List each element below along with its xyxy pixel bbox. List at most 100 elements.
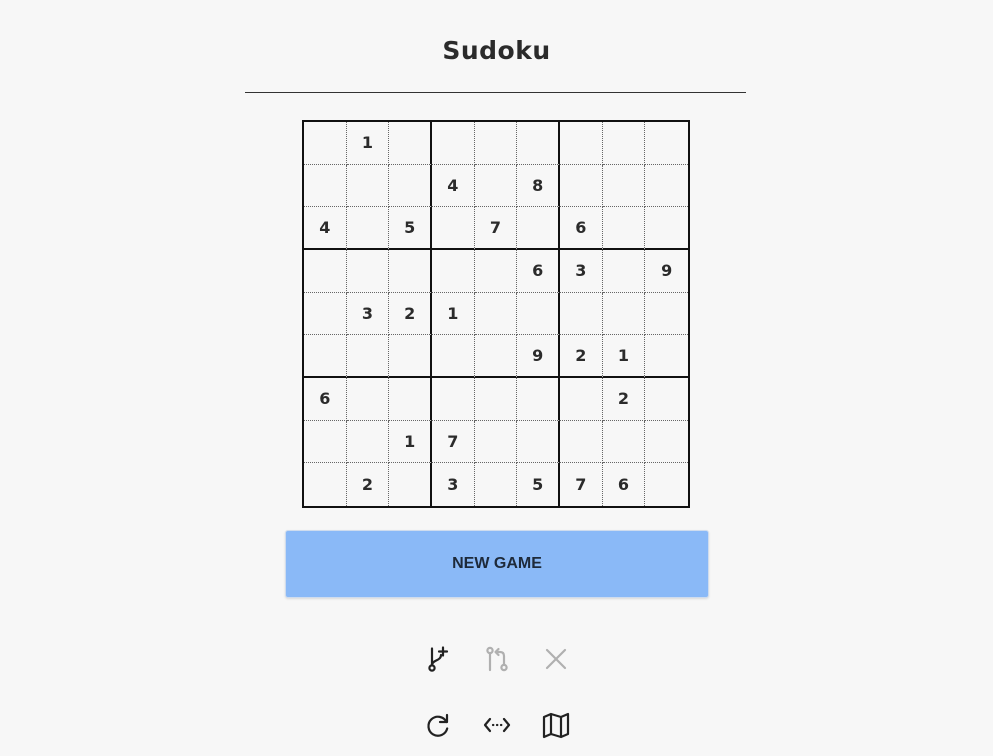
sudoku-cell[interactable] (475, 463, 518, 506)
sudoku-cell[interactable] (560, 164, 603, 208)
sudoku-cell[interactable]: 1 (346, 122, 390, 165)
sudoku-cell[interactable] (474, 420, 518, 464)
refresh-button[interactable] (422, 710, 454, 740)
clear-button[interactable] (540, 644, 572, 674)
map-button[interactable] (540, 710, 572, 740)
sudoku-cell[interactable] (389, 164, 432, 208)
sudoku-cell[interactable] (432, 378, 475, 421)
sudoku-cell[interactable] (602, 250, 646, 293)
sudoku-cell[interactable]: 6 (603, 463, 646, 506)
sudoku-cell[interactable] (346, 207, 390, 250)
sudoku-cell[interactable] (517, 378, 560, 421)
toolbar-row-1 (0, 644, 993, 674)
sudoku-cell[interactable] (474, 335, 518, 378)
sudoku-cell[interactable] (474, 122, 518, 165)
sudoku-board: 1484576639321921621723576 (302, 120, 690, 508)
sudoku-cell[interactable]: 2 (602, 378, 646, 421)
sudoku-cell[interactable] (474, 378, 518, 421)
sudoku-cell[interactable] (517, 122, 560, 165)
sudoku-cell[interactable] (645, 165, 688, 208)
sudoku-cell[interactable] (346, 164, 390, 208)
sudoku-cell[interactable] (474, 292, 518, 336)
branch-add-icon (427, 646, 448, 672)
code-arrows-icon (483, 717, 510, 733)
sudoku-cell[interactable] (602, 292, 646, 336)
sudoku-cell[interactable] (389, 335, 432, 378)
close-icon (545, 648, 566, 670)
sudoku-cell[interactable] (602, 420, 646, 464)
sudoku-cell[interactable]: 2 (389, 292, 432, 336)
sudoku-cell[interactable] (602, 164, 646, 208)
sudoku-cell[interactable]: 7 (560, 463, 603, 506)
sudoku-cell[interactable] (346, 250, 390, 293)
sudoku-cell[interactable]: 1 (602, 335, 646, 378)
sudoku-cell[interactable]: 9 (645, 250, 688, 293)
sudoku-cell[interactable]: 9 (517, 335, 560, 378)
sudoku-cell[interactable] (346, 420, 390, 464)
sudoku-cell[interactable] (304, 292, 347, 336)
sudoku-cell[interactable] (645, 335, 688, 378)
sudoku-cell[interactable] (645, 207, 688, 250)
sudoku-cell[interactable]: 7 (474, 207, 518, 250)
sudoku-cell[interactable] (432, 122, 475, 165)
sudoku-cell[interactable] (602, 207, 646, 250)
refresh-icon (426, 713, 448, 737)
sudoku-cell[interactable]: 2 (347, 463, 390, 506)
sudoku-cell[interactable] (645, 463, 688, 506)
sudoku-cell[interactable] (645, 378, 688, 421)
sudoku-cell[interactable] (432, 207, 475, 250)
sudoku-cell[interactable] (602, 122, 646, 165)
sudoku-cell[interactable] (304, 335, 347, 378)
code-arrows-button[interactable] (481, 710, 513, 740)
sudoku-cell[interactable]: 2 (560, 335, 603, 378)
page-title: Sudoku (442, 36, 551, 65)
sudoku-cell[interactable] (304, 420, 347, 464)
sudoku-cell[interactable] (645, 421, 688, 464)
sudoku-cell[interactable] (432, 250, 475, 293)
sudoku-cell[interactable] (517, 207, 560, 250)
sudoku-cell[interactable] (517, 292, 560, 336)
sudoku-cell[interactable] (389, 250, 432, 293)
sudoku-cell[interactable] (560, 378, 603, 421)
sudoku-cell[interactable] (645, 122, 688, 165)
sudoku-cell[interactable] (304, 122, 347, 165)
sudoku-cell[interactable] (304, 164, 347, 208)
sudoku-cell[interactable]: 4 (304, 207, 347, 250)
sudoku-cell[interactable]: 7 (432, 420, 475, 464)
toolbar-row-2 (0, 710, 993, 740)
git-compare-icon (485, 646, 508, 672)
sudoku-cell[interactable]: 6 (304, 378, 347, 421)
sudoku-cell[interactable] (645, 293, 688, 336)
sudoku-cell[interactable]: 4 (432, 164, 475, 208)
sudoku-page: Sudoku 1484576639321921621723576 NEW GAM… (0, 0, 993, 756)
sudoku-cell[interactable]: 3 (346, 292, 390, 336)
sudoku-cell[interactable]: 3 (432, 463, 475, 506)
sudoku-cell[interactable] (560, 420, 603, 464)
sudoku-cell[interactable]: 1 (389, 420, 432, 464)
sudoku-cell[interactable] (517, 420, 560, 464)
sudoku-cell[interactable] (389, 122, 432, 165)
sudoku-cell[interactable] (432, 335, 475, 378)
sudoku-cell[interactable]: 1 (432, 292, 475, 336)
sudoku-cell[interactable] (389, 378, 432, 421)
title-divider (245, 92, 746, 93)
sudoku-cell[interactable] (346, 378, 390, 421)
sudoku-cell[interactable] (474, 164, 518, 208)
sudoku-cell[interactable]: 6 (560, 207, 603, 250)
sudoku-cell[interactable] (304, 250, 347, 293)
sudoku-cell[interactable] (560, 292, 603, 336)
sudoku-cell[interactable] (389, 463, 432, 506)
sudoku-cell[interactable]: 3 (560, 250, 603, 293)
branch-add-button[interactable] (422, 644, 454, 674)
sudoku-cell[interactable] (560, 122, 603, 165)
sudoku-cell[interactable] (304, 463, 347, 506)
sudoku-cell[interactable]: 8 (517, 164, 560, 208)
sudoku-cell[interactable]: 5 (389, 207, 432, 250)
sudoku-cell[interactable]: 6 (517, 250, 560, 293)
sudoku-cell[interactable] (346, 335, 390, 378)
map-icon (542, 712, 569, 739)
sudoku-cell[interactable]: 5 (517, 463, 560, 506)
sudoku-cell[interactable] (474, 250, 518, 293)
new-game-button[interactable]: NEW GAME (285, 530, 709, 598)
compare-button[interactable] (481, 644, 513, 674)
